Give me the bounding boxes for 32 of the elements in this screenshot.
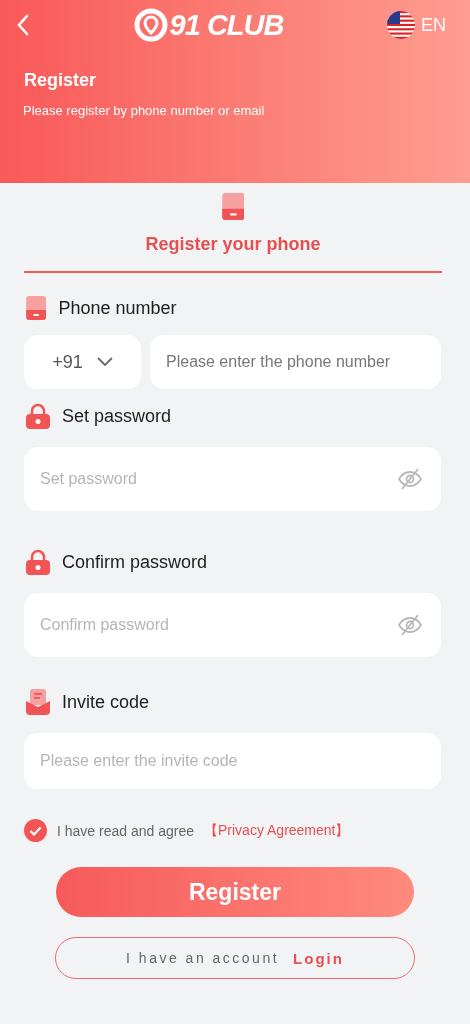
field-label: Phone number	[58, 297, 177, 319]
agree-checkbox[interactable]	[24, 819, 47, 842]
check-icon	[29, 825, 42, 836]
logo-text: 91 CLUB	[169, 8, 284, 42]
field-label: Invite code	[62, 691, 150, 713]
register-button[interactable]: Register	[56, 867, 414, 917]
logo-icon	[133, 8, 168, 42]
envelope-icon	[26, 689, 50, 715]
page-title: Register	[24, 70, 98, 91]
language-label[interactable]: EN	[421, 14, 446, 36]
phone-field[interactable]: Please enter the phone number	[150, 335, 441, 389]
lock-icon	[26, 549, 50, 575]
chevron-down-icon	[96, 357, 113, 367]
tab[interactable]: Register your phone	[24, 193, 442, 273]
flag-icon[interactable]	[387, 11, 415, 39]
country-code-select[interactable]: +91	[24, 335, 141, 389]
field-label: Confirm password	[62, 551, 208, 573]
back-icon[interactable]	[16, 14, 30, 36]
password-field[interactable]: Confirm password	[24, 593, 441, 657]
eye-off-icon[interactable]	[397, 468, 423, 490]
privacy-agreement-link[interactable]: 【Privacy Agreement】	[204, 821, 350, 840]
account-text: I have an account	[126, 950, 280, 966]
phone-icon	[221, 193, 245, 220]
phone-icon	[26, 296, 47, 320]
login-link[interactable]: Login	[293, 949, 344, 967]
page-subtitle: Please register by phone number or email	[23, 103, 266, 118]
eye-off-icon[interactable]	[397, 614, 423, 636]
invite-code-field[interactable]: Please enter the invite code	[24, 733, 441, 789]
field-label: Set password	[62, 405, 172, 427]
password-field[interactable]: Set password	[24, 447, 441, 511]
agreement-text: I have read and agree	[57, 822, 194, 839]
lock-icon	[26, 403, 50, 429]
